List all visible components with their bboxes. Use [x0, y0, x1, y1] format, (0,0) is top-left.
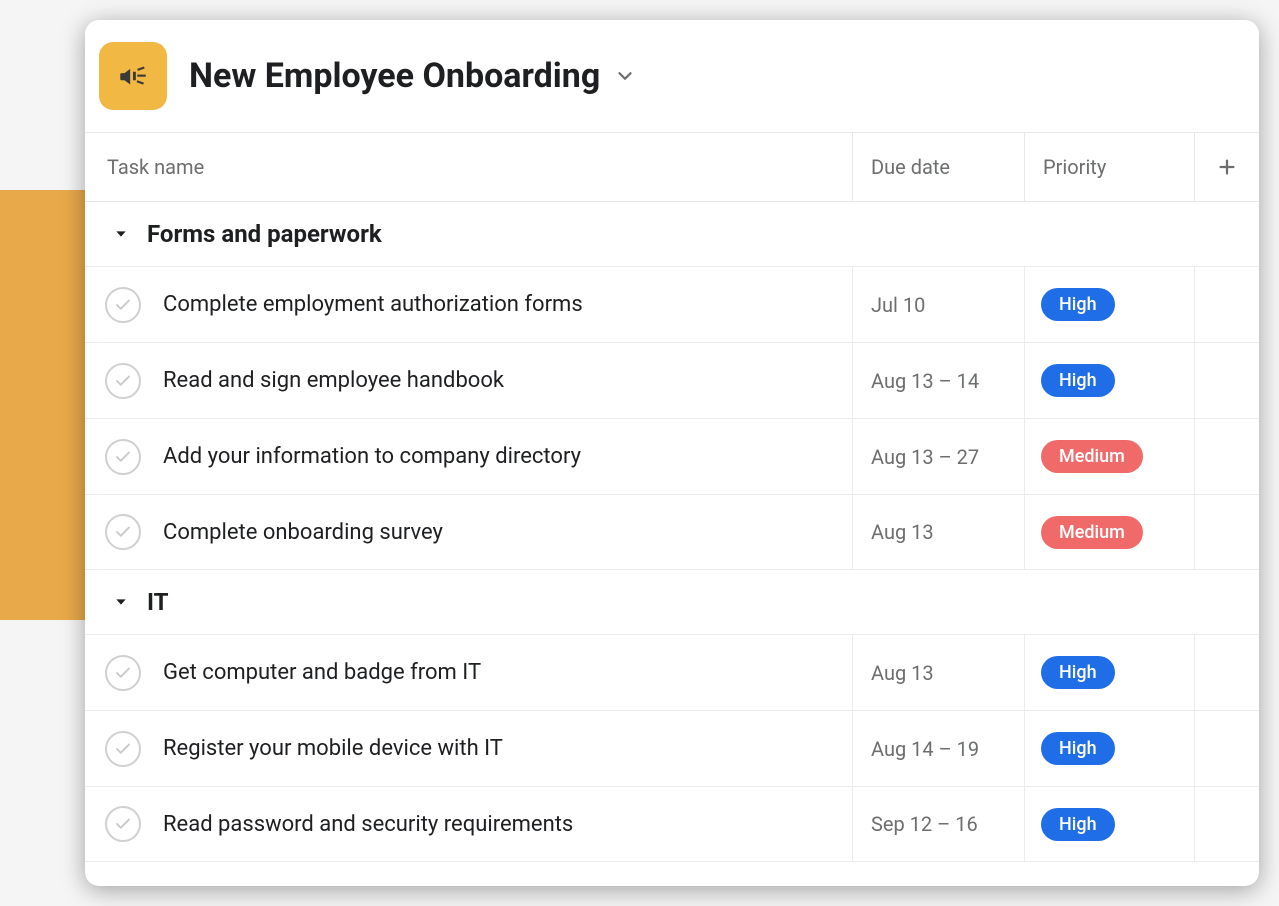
complete-task-button[interactable]: [105, 731, 141, 767]
priority-cell[interactable]: High: [1025, 267, 1195, 342]
priority-cell[interactable]: High: [1025, 343, 1195, 418]
task-row[interactable]: Complete onboarding survey Aug 13 Medium: [85, 494, 1259, 570]
row-extra-cell: [1195, 419, 1259, 494]
task-row[interactable]: Read password and security requirements …: [85, 786, 1259, 862]
task-name: Add your information to company director…: [163, 444, 581, 469]
sections-container: Forms and paperwork Complete employment …: [85, 202, 1259, 862]
row-extra-cell: [1195, 267, 1259, 342]
task-cell[interactable]: Add your information to company director…: [85, 419, 853, 494]
due-date-cell[interactable]: Aug 13 – 14: [853, 343, 1025, 418]
project-panel: New Employee Onboarding Task name Due da…: [85, 20, 1259, 886]
task-cell[interactable]: Register your mobile device with IT: [85, 711, 853, 786]
check-icon: [114, 523, 132, 541]
check-icon: [114, 448, 132, 466]
complete-task-button[interactable]: [105, 363, 141, 399]
due-date-cell[interactable]: Aug 13: [853, 495, 1025, 569]
check-icon: [114, 372, 132, 390]
check-icon: [114, 296, 132, 314]
priority-pill: High: [1041, 364, 1115, 397]
priority-cell[interactable]: High: [1025, 787, 1195, 861]
due-date-cell[interactable]: Aug 13 – 27: [853, 419, 1025, 494]
task-row[interactable]: Register your mobile device with IT Aug …: [85, 710, 1259, 786]
task-name: Register your mobile device with IT: [163, 736, 503, 761]
caret-down-icon: [113, 594, 129, 610]
task-name: Complete onboarding survey: [163, 520, 443, 545]
section-name: Forms and paperwork: [147, 220, 382, 248]
task-cell[interactable]: Complete employment authorization forms: [85, 267, 853, 342]
due-date-value: Aug 13: [871, 520, 934, 544]
add-column-button[interactable]: [1195, 133, 1259, 201]
complete-task-button[interactable]: [105, 287, 141, 323]
due-date-value: Aug 14 – 19: [871, 737, 979, 761]
section-name: IT: [147, 588, 169, 616]
column-priority-label: Priority: [1043, 155, 1106, 179]
row-extra-cell: [1195, 635, 1259, 710]
task-name: Complete employment authorization forms: [163, 292, 583, 317]
priority-pill: Medium: [1041, 440, 1143, 473]
columns-header: Task name Due date Priority: [85, 132, 1259, 202]
column-priority[interactable]: Priority: [1025, 133, 1195, 201]
megaphone-icon[interactable]: [99, 42, 167, 110]
due-date-value: Jul 10: [871, 293, 925, 317]
task-cell[interactable]: Read and sign employee handbook: [85, 343, 853, 418]
column-task-label: Task name: [107, 155, 204, 179]
plus-icon: [1216, 156, 1238, 178]
complete-task-button[interactable]: [105, 514, 141, 550]
priority-pill: High: [1041, 288, 1115, 321]
due-date-cell[interactable]: Jul 10: [853, 267, 1025, 342]
due-date-value: Sep 12 – 16: [871, 812, 978, 836]
background-decoration: [0, 190, 85, 620]
row-extra-cell: [1195, 711, 1259, 786]
column-due-date[interactable]: Due date: [853, 133, 1025, 201]
task-row[interactable]: Add your information to company director…: [85, 418, 1259, 494]
task-row[interactable]: Read and sign employee handbook Aug 13 –…: [85, 342, 1259, 418]
column-task-name[interactable]: Task name: [85, 133, 853, 201]
check-icon: [114, 815, 132, 833]
section: IT Get computer and badge from IT Aug 13…: [85, 570, 1259, 862]
check-icon: [114, 664, 132, 682]
task-row[interactable]: Get computer and badge from IT Aug 13 Hi…: [85, 634, 1259, 710]
task-name: Get computer and badge from IT: [163, 660, 481, 685]
task-row[interactable]: Complete employment authorization forms …: [85, 266, 1259, 342]
section-header[interactable]: IT: [85, 570, 1259, 634]
project-title-wrap[interactable]: New Employee Onboarding: [189, 56, 636, 96]
priority-cell[interactable]: Medium: [1025, 495, 1195, 569]
complete-task-button[interactable]: [105, 806, 141, 842]
priority-pill: High: [1041, 732, 1115, 765]
section: Forms and paperwork Complete employment …: [85, 202, 1259, 570]
priority-cell[interactable]: Medium: [1025, 419, 1195, 494]
complete-task-button[interactable]: [105, 655, 141, 691]
task-cell[interactable]: Complete onboarding survey: [85, 495, 853, 569]
priority-pill: High: [1041, 808, 1115, 841]
priority-cell[interactable]: High: [1025, 711, 1195, 786]
caret-down-icon: [113, 226, 129, 242]
project-title: New Employee Onboarding: [189, 56, 600, 96]
section-rows: Complete employment authorization forms …: [85, 266, 1259, 570]
due-date-value: Aug 13 – 27: [871, 445, 979, 469]
priority-pill: Medium: [1041, 516, 1143, 549]
section-header[interactable]: Forms and paperwork: [85, 202, 1259, 266]
priority-cell[interactable]: High: [1025, 635, 1195, 710]
row-extra-cell: [1195, 787, 1259, 861]
section-rows: Get computer and badge from IT Aug 13 Hi…: [85, 634, 1259, 862]
task-cell[interactable]: Get computer and badge from IT: [85, 635, 853, 710]
due-date-value: Aug 13 – 14: [871, 369, 979, 393]
task-cell[interactable]: Read password and security requirements: [85, 787, 853, 861]
due-date-cell[interactable]: Aug 13: [853, 635, 1025, 710]
task-name: Read and sign employee handbook: [163, 368, 504, 393]
check-icon: [114, 740, 132, 758]
complete-task-button[interactable]: [105, 439, 141, 475]
row-extra-cell: [1195, 495, 1259, 569]
due-date-value: Aug 13: [871, 661, 934, 685]
chevron-down-icon: [614, 65, 636, 91]
due-date-cell[interactable]: Aug 14 – 19: [853, 711, 1025, 786]
column-due-label: Due date: [871, 155, 950, 179]
task-name: Read password and security requirements: [163, 812, 573, 837]
project-header: New Employee Onboarding: [85, 20, 1259, 132]
priority-pill: High: [1041, 656, 1115, 689]
row-extra-cell: [1195, 343, 1259, 418]
due-date-cell[interactable]: Sep 12 – 16: [853, 787, 1025, 861]
